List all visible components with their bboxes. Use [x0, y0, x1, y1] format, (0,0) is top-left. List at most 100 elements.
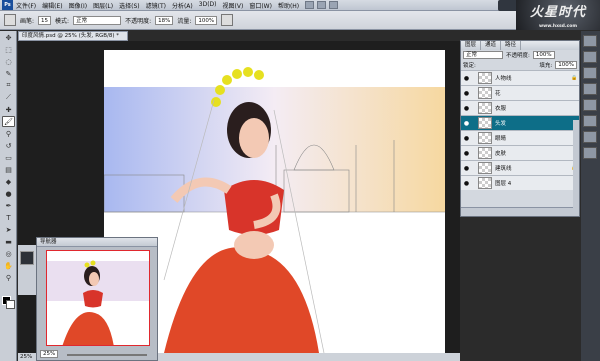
- menu-select[interactable]: 选择(S): [119, 1, 140, 10]
- layer-row[interactable]: ● 人物线 🔒: [461, 70, 579, 85]
- fill-label: 填充:: [539, 63, 553, 69]
- menu-image[interactable]: 图像(I): [69, 1, 87, 10]
- type-tool-icon[interactable]: T: [2, 212, 15, 223]
- menu-filter[interactable]: 滤镜(T): [146, 1, 166, 10]
- options-bar: 画笔: 15 模式: 正常 不透明度: 18% 流量: 100%: [0, 11, 520, 30]
- zoom-level-icon[interactable]: [317, 1, 327, 9]
- right-panel-dock: [581, 31, 600, 361]
- mode-select[interactable]: 正常: [73, 15, 122, 25]
- dodge-tool-icon[interactable]: ●: [2, 188, 15, 199]
- menu-layer[interactable]: 图层(L): [93, 1, 113, 10]
- marquee-tool-icon[interactable]: ⬚: [2, 44, 15, 55]
- swatches-panel-icon[interactable]: [583, 51, 597, 63]
- color-panel-icon[interactable]: [583, 35, 597, 47]
- layer-row[interactable]: ● 建筑线 🔒: [461, 160, 579, 175]
- layer-name: 人物线: [495, 76, 512, 82]
- eyedropper-tool-icon[interactable]: ⟋: [2, 92, 15, 103]
- layer-name: 皮肤: [495, 151, 507, 157]
- blend-mode-select[interactable]: 正常: [463, 51, 503, 59]
- eye-icon[interactable]: ●: [461, 135, 472, 142]
- menu-file[interactable]: 文件(F): [16, 1, 36, 10]
- tab-channels[interactable]: 通道: [481, 41, 502, 50]
- fill-input[interactable]: 100%: [555, 61, 577, 69]
- navigator-panel-icon[interactable]: [20, 251, 34, 265]
- adjustments-panel-icon[interactable]: [583, 83, 597, 95]
- healing-tool-icon[interactable]: ✚: [2, 104, 15, 115]
- layer-thumbnail: [478, 102, 492, 114]
- background-color-swatch[interactable]: [6, 300, 15, 309]
- layers-scrollbar[interactable]: [573, 120, 579, 215]
- brush-tool-preset-icon[interactable]: [4, 14, 16, 26]
- layer-thumbnail: [478, 132, 492, 144]
- layer-row[interactable]: ● 皮肤: [461, 145, 579, 160]
- opacity-input[interactable]: 18%: [155, 15, 174, 25]
- styles-panel-icon[interactable]: [583, 67, 597, 79]
- blend-row: 正常 不透明度: 100%: [461, 50, 579, 60]
- blur-tool-icon[interactable]: ◆: [2, 176, 15, 187]
- quick-select-tool-icon[interactable]: ✎: [2, 68, 15, 79]
- brush-label: 画笔:: [20, 17, 35, 25]
- flow-input[interactable]: 100%: [195, 15, 218, 25]
- move-tool-icon[interactable]: ✥: [2, 32, 15, 43]
- menu-help[interactable]: 帮助(H): [278, 1, 299, 10]
- layer-opacity-input[interactable]: 100%: [532, 51, 555, 59]
- eye-icon[interactable]: ●: [461, 75, 472, 82]
- layer-row[interactable]: ● 眼睛: [461, 130, 579, 145]
- paths-panel-icon[interactable]: [583, 147, 597, 159]
- status-zoom[interactable]: 25%: [20, 354, 32, 360]
- brush-tool-icon[interactable]: 🖌: [2, 116, 15, 127]
- history-brush-icon[interactable]: ↺: [2, 140, 15, 151]
- layers-panel-footer: [461, 207, 579, 216]
- eye-icon[interactable]: ●: [461, 90, 472, 97]
- masks-panel-icon[interactable]: [583, 99, 597, 111]
- menu-window[interactable]: 窗口(W): [249, 1, 272, 10]
- menubar-tools: [305, 1, 339, 9]
- document-tab[interactable]: 印度风情.psd @ 25% (头发, RGB/8) *: [18, 31, 128, 41]
- eye-icon[interactable]: ●: [461, 165, 472, 172]
- path-select-tool-icon[interactable]: ➤: [2, 224, 15, 235]
- navigator-thumbnail[interactable]: [46, 250, 150, 346]
- toolbox: ✥ ⬚ ◌ ✎ ⌗ ⟋ ✚ 🖌 ⚲ ↺ ▭ ▤ ◆ ● ✒ T ➤ ▬ ◎ ✋ …: [0, 31, 17, 361]
- brush-size-picker[interactable]: 15: [38, 15, 52, 25]
- tab-layers[interactable]: 图层: [461, 41, 482, 50]
- shape-tool-icon[interactable]: ▬: [2, 236, 15, 247]
- layer-row[interactable]: ● 衣服: [461, 100, 579, 115]
- menu-3d[interactable]: 3D(D): [199, 1, 217, 10]
- gradient-tool-icon[interactable]: ▤: [2, 164, 15, 175]
- bridge-icon[interactable]: [305, 1, 315, 9]
- lasso-tool-icon[interactable]: ◌: [2, 56, 15, 67]
- airbrush-icon[interactable]: [221, 14, 234, 26]
- layer-thumbnail: [478, 177, 492, 189]
- layers-panel-tabs: 图层 通道 路径: [461, 41, 579, 50]
- stamp-tool-icon[interactable]: ⚲: [2, 128, 15, 139]
- layer-row-selected[interactable]: ● 头发: [461, 115, 579, 130]
- arrange-icon[interactable]: [329, 1, 339, 9]
- opacity-label: 不透明度:: [125, 17, 152, 25]
- layers-panel-icon[interactable]: [583, 115, 597, 127]
- crop-tool-icon[interactable]: ⌗: [2, 80, 15, 91]
- menu-analysis[interactable]: 分析(A): [172, 1, 193, 10]
- menu-edit[interactable]: 编辑(E): [42, 1, 62, 10]
- navigator-panel: 导航器 25%: [36, 237, 158, 361]
- eye-icon[interactable]: ●: [461, 150, 472, 157]
- navigator-zoom-input[interactable]: 25%: [40, 350, 59, 358]
- brand-url: www.hxsd.com: [538, 24, 578, 29]
- eye-icon[interactable]: ●: [461, 120, 472, 127]
- pen-tool-icon[interactable]: ✒: [2, 200, 15, 211]
- eye-icon[interactable]: ●: [461, 180, 472, 187]
- channels-panel-icon[interactable]: [583, 131, 597, 143]
- layer-row[interactable]: ● 花: [461, 85, 579, 100]
- 3d-tool-icon[interactable]: ◎: [2, 248, 15, 259]
- menu-view[interactable]: 视图(V): [223, 1, 244, 10]
- navigator-zoom-slider[interactable]: [67, 354, 147, 356]
- hand-tool-icon[interactable]: ✋: [2, 260, 15, 271]
- layer-row[interactable]: ● 图层 4: [461, 175, 579, 190]
- navigator-title[interactable]: 导航器: [37, 238, 157, 247]
- tab-paths[interactable]: 路径: [501, 41, 522, 50]
- eraser-tool-icon[interactable]: ▭: [2, 152, 15, 163]
- zoom-tool-icon[interactable]: ⚲: [2, 272, 15, 283]
- navigator-preview: [47, 260, 149, 345]
- layer-thumbnail: [478, 147, 492, 159]
- eye-icon[interactable]: ●: [461, 105, 472, 112]
- layer-name: 头发: [495, 121, 507, 127]
